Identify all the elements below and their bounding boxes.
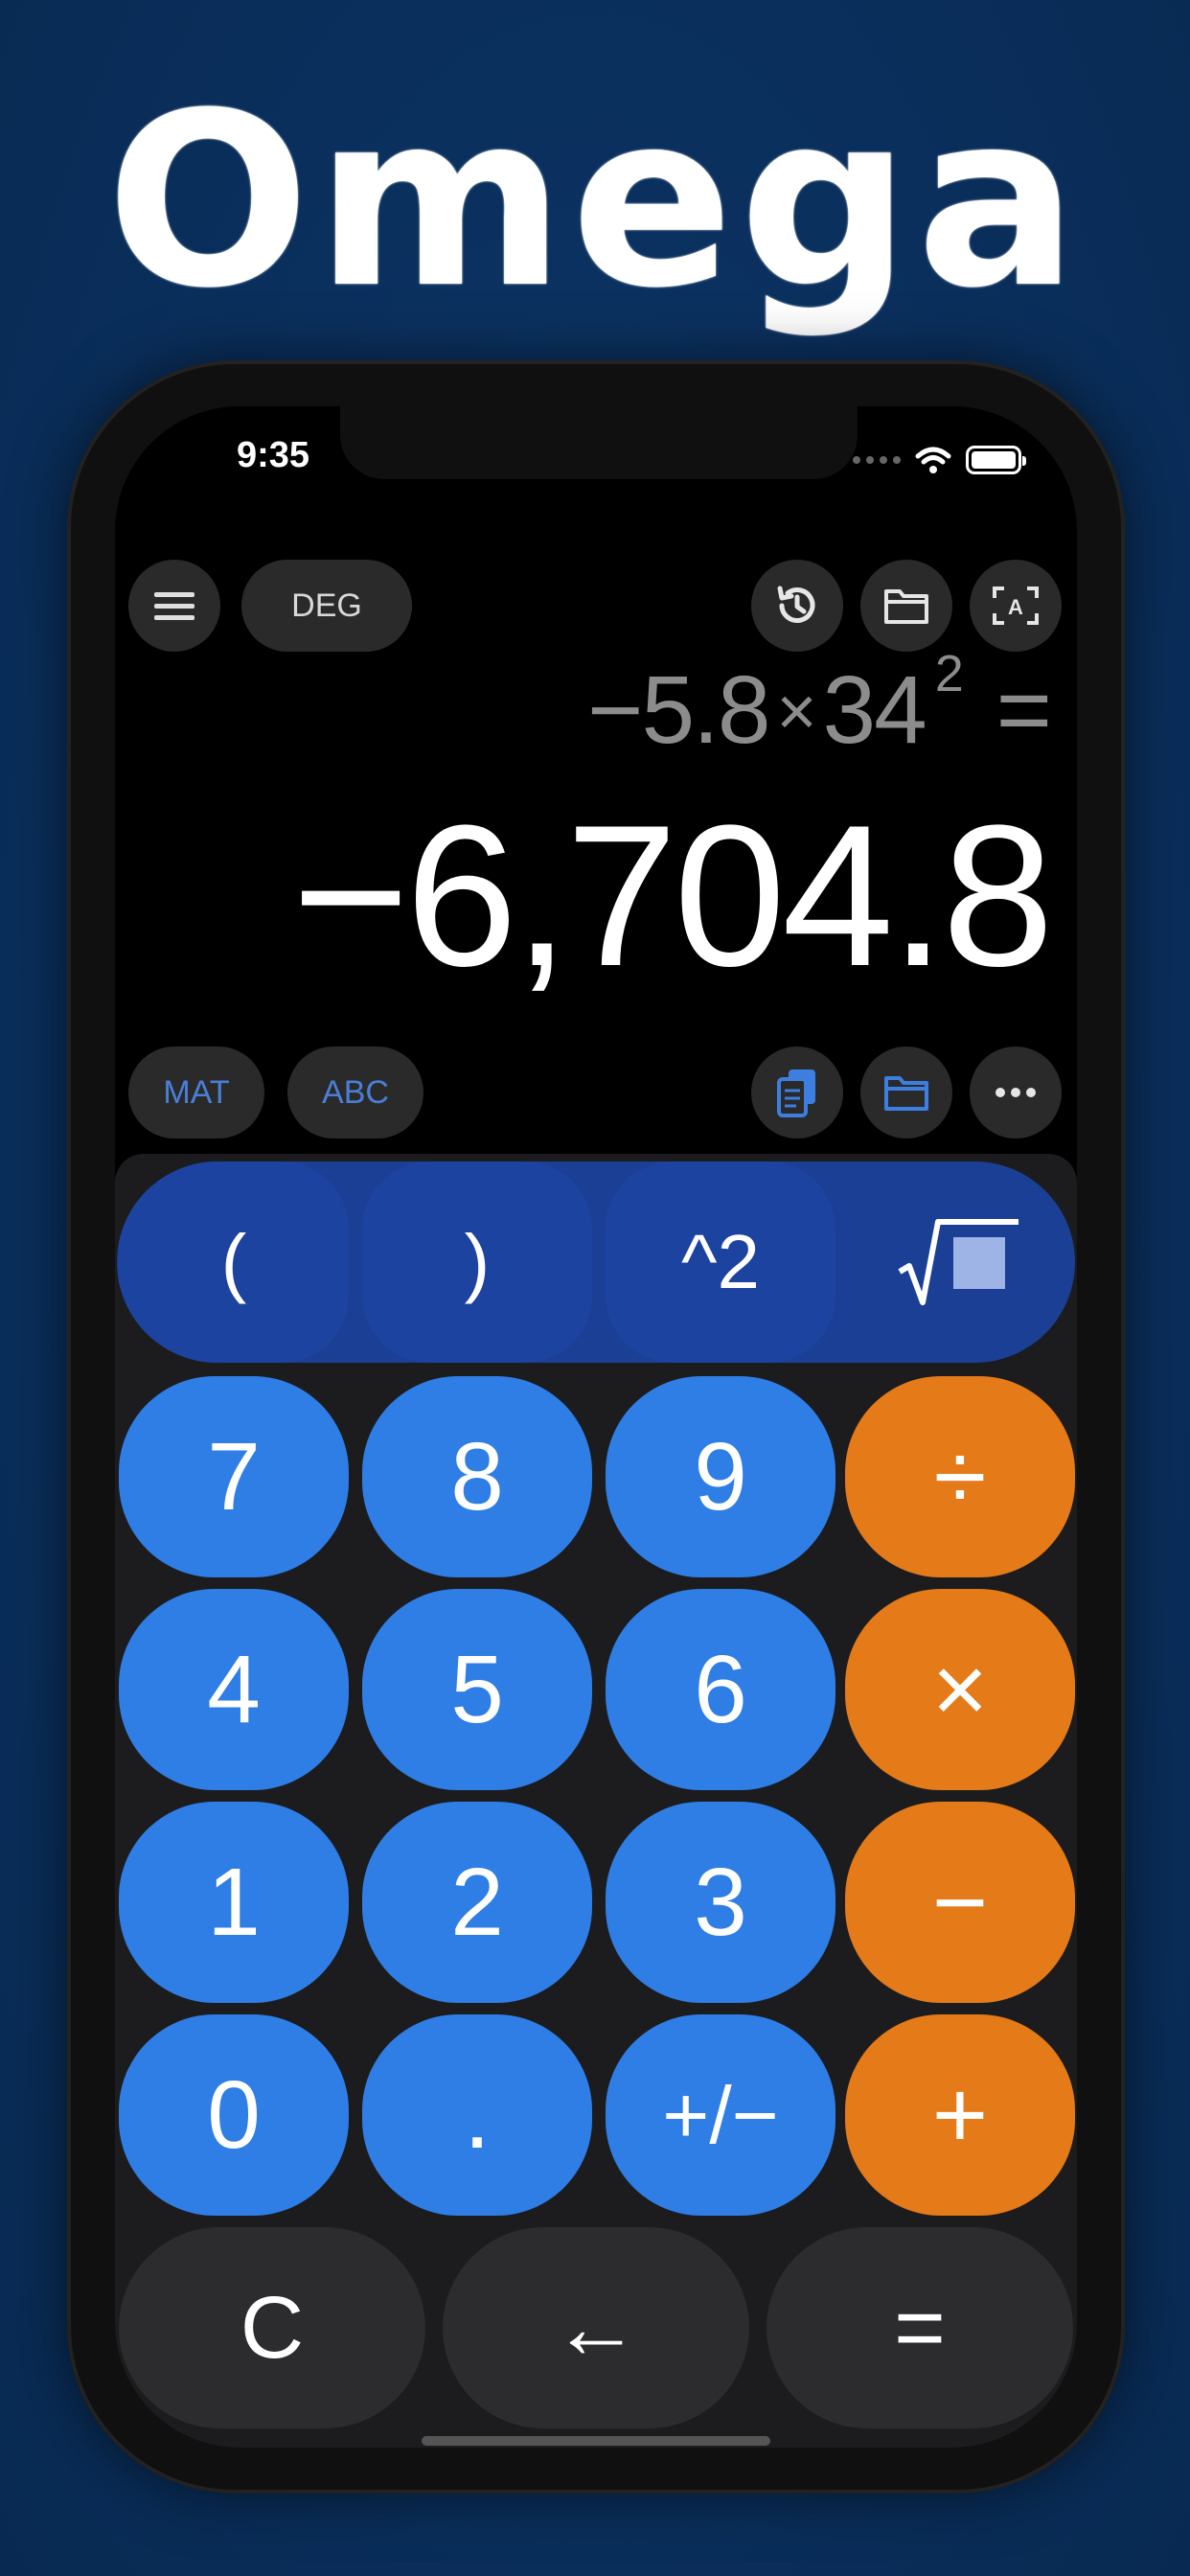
digit-2-key[interactable]: 2 (362, 1802, 592, 2003)
add-key[interactable]: + (845, 2014, 1075, 2216)
subtract-key[interactable]: − (845, 1802, 1075, 2003)
function-row: ( ) ^2 (117, 1162, 1075, 1363)
equals-key[interactable]: = (767, 2227, 1073, 2428)
digit-1-key[interactable]: 1 (119, 1802, 349, 2003)
keypad: ( ) ^2 7 8 9 ÷ 4 5 6 × 1 2 3 − 0 . +/− +… (115, 1154, 1077, 2448)
expression-operator: × (776, 674, 816, 750)
angle-mode-button[interactable]: DEG (241, 560, 412, 652)
digit-7-key[interactable]: 7 (119, 1376, 349, 1577)
folder-icon (882, 1072, 930, 1113)
digit-3-key[interactable]: 3 (606, 1802, 835, 2003)
app-title: Omega (105, 61, 1085, 340)
expression-display: −5.8 ×34 2 = (587, 645, 1052, 766)
digit-0-key[interactable]: 0 (119, 2014, 349, 2216)
history-button[interactable] (751, 560, 843, 652)
sqrt-key[interactable] (843, 1162, 1073, 1363)
more-button[interactable] (970, 1046, 1062, 1138)
more-dots-icon (995, 1087, 1037, 1098)
svg-text:A: A (1008, 595, 1023, 619)
open-paren-key[interactable]: ( (119, 1162, 349, 1363)
status-icons (853, 441, 1026, 479)
sqrt-icon (896, 1216, 1020, 1308)
clear-key[interactable]: C (119, 2227, 425, 2428)
history-icon (772, 581, 822, 631)
mat-button[interactable]: MAT (128, 1046, 264, 1138)
battery-icon (966, 446, 1026, 474)
notch (340, 406, 858, 479)
digit-4-key[interactable]: 4 (119, 1589, 349, 1790)
copy-button[interactable] (751, 1046, 843, 1138)
sign-toggle-key[interactable]: +/− (606, 2014, 835, 2216)
phone-screen: 9:35 DEG A −5.8 ×34 2 = −6,704.8 MAT ABC… (115, 406, 1077, 2448)
wifi-icon (914, 445, 952, 475)
multiply-key[interactable]: × (845, 1589, 1075, 1790)
decimal-key[interactable]: . (362, 2014, 592, 2216)
phone-frame: 9:35 DEG A −5.8 ×34 2 = −6,704.8 MAT ABC… (67, 360, 1125, 2494)
expression-operand2: 34 (822, 656, 927, 764)
backspace-key[interactable]: ← (443, 2227, 749, 2428)
digit-5-key[interactable]: 5 (362, 1589, 592, 1790)
abc-button[interactable]: ABC (287, 1046, 423, 1138)
expression-operand1: −5.8 (587, 656, 770, 764)
home-indicator[interactable] (422, 2436, 770, 2446)
square-key[interactable]: ^2 (606, 1162, 835, 1363)
menu-button[interactable] (128, 560, 220, 652)
divide-key[interactable]: ÷ (845, 1376, 1075, 1577)
text-scan-button[interactable]: A (970, 560, 1062, 652)
copy-icon (773, 1066, 821, 1119)
hamburger-menu-icon (152, 589, 196, 622)
folder-button[interactable] (860, 560, 952, 652)
digit-8-key[interactable]: 8 (362, 1376, 592, 1577)
text-scan-icon: A (991, 585, 1041, 627)
open-folder-button[interactable] (860, 1046, 952, 1138)
status-time: 9:35 (236, 435, 310, 475)
signal-dots-icon (853, 456, 901, 464)
folder-icon (882, 586, 930, 626)
expression-equals: = (995, 656, 1052, 764)
digit-6-key[interactable]: 6 (606, 1589, 835, 1790)
close-paren-key[interactable]: ) (362, 1162, 592, 1363)
result-display: −6,704.8 (291, 783, 1054, 1008)
expression-exponent: 2 (934, 644, 964, 702)
digit-9-key[interactable]: 9 (606, 1376, 835, 1577)
